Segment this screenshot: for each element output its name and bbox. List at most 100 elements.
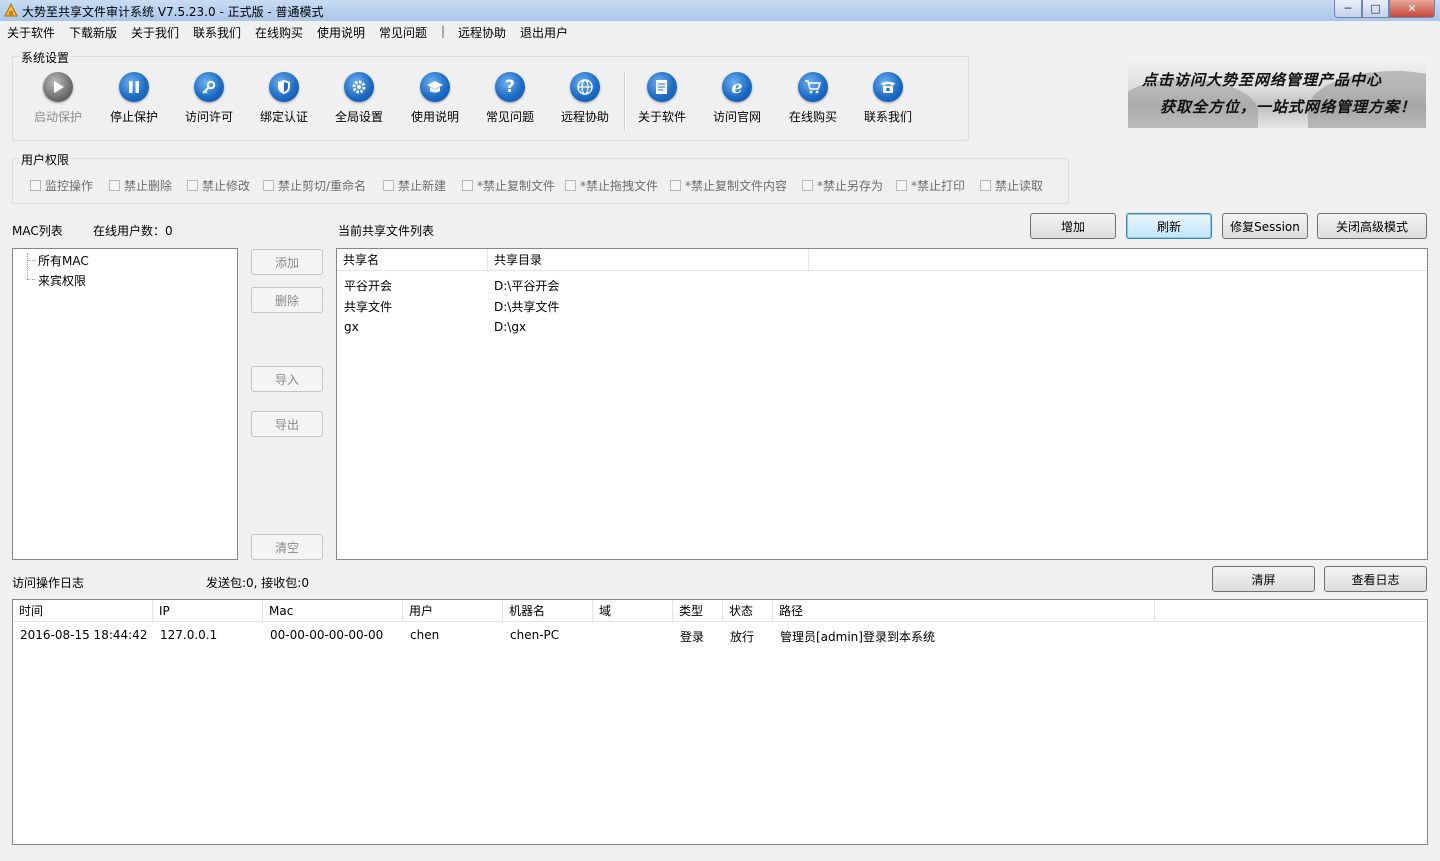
visit-website-button[interactable]: e 访问官网: [706, 70, 768, 128]
question-icon: ?: [495, 72, 525, 102]
global-settings-button[interactable]: 全局设置: [328, 70, 390, 128]
bind-auth-button[interactable]: 绑定认证: [253, 70, 315, 128]
perm-label: 禁止剪切/重命名: [278, 179, 367, 193]
menu-remote-help[interactable]: 远程协助: [458, 24, 506, 41]
close-advanced-mode-button[interactable]: 关闭高级模式: [1317, 213, 1427, 239]
user-permissions-label: 用户权限: [19, 151, 72, 168]
system-settings-label: 系统设置: [19, 49, 72, 66]
column-header-ip[interactable]: IP: [153, 600, 263, 622]
tree-item-all-mac[interactable]: 所有MAC: [38, 252, 89, 269]
menu-about-us[interactable]: 关于我们: [131, 24, 179, 41]
perm-no-copy-content-checkbox[interactable]: *禁止复制文件内容: [670, 177, 787, 194]
perm-no-read-checkbox[interactable]: 禁止读取: [980, 177, 1043, 194]
perm-no-drag-file-checkbox[interactable]: *禁止拖拽文件: [565, 177, 658, 194]
add-share-button[interactable]: 增加: [1030, 213, 1116, 239]
banner-line2: 获取全方位，一站式网络管理方案！: [1160, 98, 1417, 116]
browser-icon: e: [722, 72, 752, 102]
access-log-table[interactable]: 时间 IP Mac 用户 机器名 域 类型 状态 路径 2016-08-15 1…: [12, 599, 1428, 845]
perm-no-create-checkbox[interactable]: 禁止新建: [383, 177, 446, 194]
column-header-share-path[interactable]: 共享目录: [488, 249, 809, 271]
import-button[interactable]: 导入: [251, 366, 323, 392]
column-header-filler: [809, 249, 1427, 271]
online-users-count: 在线用户数：0: [93, 224, 173, 238]
refresh-button[interactable]: 刷新: [1126, 213, 1212, 239]
contact-us-button[interactable]: 联系我们: [857, 70, 919, 128]
perm-no-delete-checkbox[interactable]: 禁止删除: [109, 177, 172, 194]
menu-download[interactable]: 下载新版: [69, 24, 117, 41]
column-header-user[interactable]: 用户: [403, 600, 503, 622]
menu-about-software[interactable]: 关于软件: [7, 24, 55, 41]
buy-online-button[interactable]: 在线购买: [782, 70, 844, 128]
repair-session-button[interactable]: 修复Session: [1222, 213, 1308, 239]
globe-icon: [570, 72, 600, 102]
perm-label: 禁止删除: [124, 179, 173, 193]
export-button[interactable]: 导出: [251, 411, 323, 437]
clear-mac-button[interactable]: 清空: [251, 534, 323, 560]
maximize-button[interactable]: □: [1362, 0, 1389, 18]
column-header-status[interactable]: 状态: [723, 600, 773, 622]
share-path-cell: D:\共享文件: [494, 300, 560, 314]
phone-icon: [873, 72, 903, 102]
perm-no-save-as-checkbox[interactable]: *禁止另存为: [802, 177, 883, 194]
log-type-cell: 登录: [680, 630, 705, 644]
start-protection-button[interactable]: 启动保护: [27, 70, 89, 128]
perm-label: *禁止拖拽文件: [580, 179, 659, 193]
key-icon: [194, 72, 224, 102]
close-button[interactable]: ✕: [1389, 0, 1435, 18]
tree-item-guest[interactable]: 来宾权限: [38, 272, 86, 289]
perm-no-copy-file-checkbox[interactable]: *禁止复制文件: [462, 177, 555, 194]
perm-no-modify-checkbox[interactable]: 禁止修改: [187, 177, 250, 194]
menu-manual[interactable]: 使用说明: [317, 24, 365, 41]
toolbar-separator: [624, 72, 626, 130]
checkbox-box: [980, 180, 991, 191]
access-permission-button[interactable]: 访问许可: [178, 70, 240, 128]
menu-contact[interactable]: 联系我们: [193, 24, 241, 41]
about-software-button[interactable]: 关于软件: [631, 70, 693, 128]
column-header-mac[interactable]: Mac: [263, 600, 403, 622]
tree-line: [27, 253, 28, 279]
packet-stats: 发送包:0, 接收包:0: [206, 576, 309, 590]
minimize-button[interactable]: ─: [1334, 0, 1362, 18]
column-header-share-name[interactable]: 共享名: [337, 249, 488, 271]
delete-mac-button[interactable]: 删除: [251, 287, 323, 313]
promo-banner[interactable]: 点击访问大势至网络管理产品中心 获取全方位，一站式网络管理方案！: [1128, 57, 1426, 128]
shares-label: 当前共享文件列表: [338, 224, 435, 238]
mac-list-label: MAC列表: [12, 224, 63, 238]
share-name-cell: gx: [344, 320, 359, 334]
bind-auth-label: 绑定认证: [259, 110, 308, 124]
add-mac-button[interactable]: 添加: [251, 249, 323, 275]
checkbox-box: [462, 180, 473, 191]
perm-no-print-checkbox[interactable]: *禁止打印: [896, 177, 965, 194]
menu-buy[interactable]: 在线购买: [255, 24, 303, 41]
stop-protection-label: 停止保护: [109, 110, 158, 124]
menu-logout[interactable]: 退出用户: [520, 24, 568, 41]
checkbox-box: [187, 180, 198, 191]
tree-line: [27, 279, 35, 280]
share-name-cell: 平谷开会: [344, 279, 393, 293]
column-header-machine[interactable]: 机器名: [503, 600, 593, 622]
window-title: 大势至共享文件审计系统 V7.5.23.0 - 正式版 - 普通模式: [22, 5, 324, 19]
column-header-type[interactable]: 类型: [673, 600, 723, 622]
shares-table[interactable]: 共享名 共享目录 平谷开会 D:\平谷开会 共享文件 D:\共享文件 gx D:…: [336, 248, 1428, 560]
remote-help-button[interactable]: 远程协助: [554, 70, 616, 128]
mac-tree[interactable]: 所有MAC 来宾权限: [12, 248, 238, 560]
perm-label: *禁止复制文件: [477, 179, 556, 193]
title-bar: 大势至共享文件审计系统 V7.5.23.0 - 正式版 - 普通模式 ─ □ ✕: [0, 0, 1440, 21]
clear-screen-button[interactable]: 清屏: [1212, 566, 1315, 592]
column-header-domain[interactable]: 域: [593, 600, 673, 622]
checkbox-box: [109, 180, 120, 191]
faq-button[interactable]: ? 常见问题: [479, 70, 541, 128]
column-header-path[interactable]: 路径: [773, 600, 1155, 622]
menu-faq[interactable]: 常见问题: [379, 24, 427, 41]
log-mac-cell: 00-00-00-00-00-00: [270, 628, 384, 642]
visit-website-label: 访问官网: [712, 110, 761, 124]
column-header-time[interactable]: 时间: [13, 600, 153, 622]
view-log-button[interactable]: 查看日志: [1324, 566, 1427, 592]
perm-monitor-checkbox[interactable]: 监控操作: [30, 177, 93, 194]
perm-no-cut-rename-checkbox[interactable]: 禁止剪切/重命名: [263, 177, 366, 194]
tree-line: [27, 260, 35, 261]
stop-protection-button[interactable]: 停止保护: [103, 70, 165, 128]
global-settings-label: 全局设置: [334, 110, 383, 124]
manual-button[interactable]: 使用说明: [404, 70, 466, 128]
perm-label: 禁止新建: [398, 179, 447, 193]
